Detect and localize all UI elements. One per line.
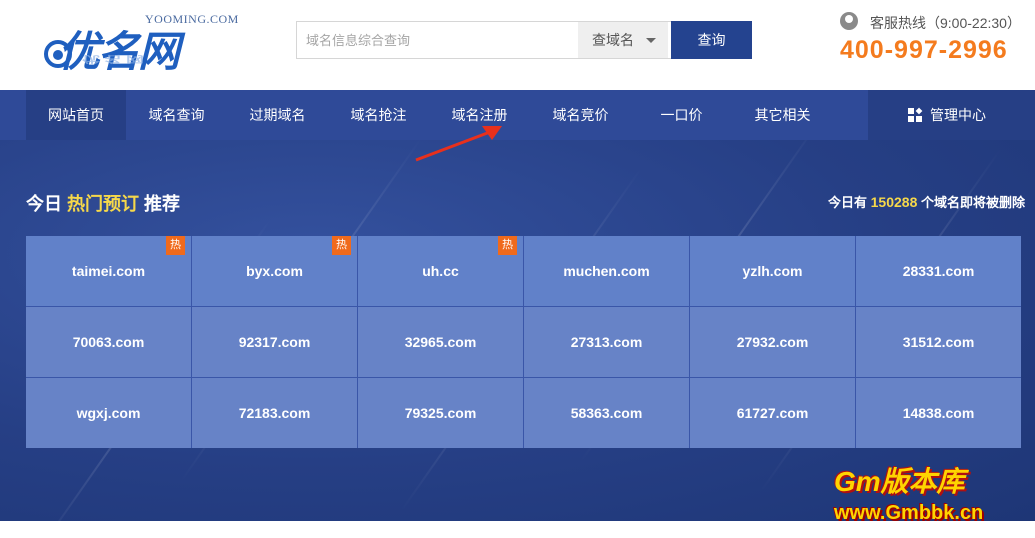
domain-name: taimei.com	[71, 263, 146, 279]
domain-name: 92317.com	[238, 334, 311, 350]
main-navigation: 网站首页 域名查询 过期域名 域名抢注 域名注册 域名竞价 一口价 其它相关 管…	[0, 90, 1035, 140]
hot-domain-grid: taimei.com 热 byx.com 热 uh.cc 热 muchen.com y…	[26, 236, 1021, 448]
domain-cell[interactable]: uh.cc 热	[358, 236, 523, 306]
domain-name: 14838.com	[902, 405, 975, 421]
domain-cell[interactable]: 28331.com	[856, 236, 1021, 306]
count-prefix: 今日有	[828, 195, 868, 210]
domain-cell[interactable]: wgxj.com	[26, 378, 191, 448]
support-user-icon	[840, 12, 858, 30]
search-button[interactable]: 查询	[671, 21, 752, 59]
site-logo[interactable]: YOOMING.COM 优名网 优名网	[40, 10, 250, 82]
domain-cell[interactable]: taimei.com 热	[26, 236, 191, 306]
section-title: 今日 热门预订 推荐	[26, 190, 180, 216]
nav-item-expired-domains[interactable]: 过期域名	[227, 90, 328, 140]
site-header: YOOMING.COM 优名网 优名网 查域名 查询 客服热线（9:00-22:…	[0, 0, 1035, 90]
dashboard-icon	[908, 107, 923, 122]
domain-cell[interactable]: 27313.com	[524, 307, 689, 377]
domain-name: 61727.com	[736, 405, 809, 421]
nav-item-domain-auction[interactable]: 域名竞价	[530, 90, 631, 140]
count-suffix: 个域名即将被删除	[920, 195, 1025, 210]
title-highlight: 热门预订	[67, 194, 140, 214]
domain-search-bar: 查域名 查询	[296, 21, 752, 59]
admin-center-button[interactable]: 管理中心	[868, 90, 1035, 140]
domain-cell[interactable]: byx.com 热	[192, 236, 357, 306]
domain-name: yzlh.com	[742, 263, 803, 279]
domain-cell[interactable]: 92317.com	[192, 307, 357, 377]
domain-cell[interactable]: 27932.com	[690, 307, 855, 377]
nav-item-fixed-price[interactable]: 一口价	[631, 90, 732, 140]
domain-name: 79325.com	[404, 405, 477, 421]
hot-badge: 热	[498, 236, 517, 255]
domain-cell[interactable]: muchen.com	[524, 236, 689, 306]
domain-name: 32965.com	[404, 334, 477, 350]
red-pointer-arrow-icon	[415, 126, 502, 162]
deleting-domains-count: 今日有 150288 个域名即将被删除	[828, 192, 1025, 211]
search-type-value: 查域名	[592, 32, 634, 48]
domain-name: 27932.com	[736, 334, 809, 350]
nav-item-home[interactable]: 网站首页	[26, 90, 126, 140]
domain-cell[interactable]: 79325.com	[358, 378, 523, 448]
domain-name: 28331.com	[902, 263, 975, 279]
logo-chinese-text: 优名网	[58, 28, 180, 75]
nav-item-other[interactable]: 其它相关	[732, 90, 833, 140]
domain-cell[interactable]: 14838.com	[856, 378, 1021, 448]
watermark-url: www.Gmbbk.cn	[834, 502, 984, 524]
logo-reflection: 优名网	[82, 54, 148, 64]
search-type-select[interactable]: 查域名	[578, 22, 668, 58]
domain-cell[interactable]: yzlh.com	[690, 236, 855, 306]
hotline-number: 400-997-2996	[840, 36, 1008, 64]
domain-name: 70063.com	[72, 334, 145, 350]
domain-cell[interactable]: 31512.com	[856, 307, 1021, 377]
domain-name: 31512.com	[902, 334, 975, 350]
domain-name: byx.com	[246, 263, 303, 279]
hot-badge: 热	[166, 236, 185, 255]
caret-down-icon	[646, 38, 656, 43]
hotline-label: 客服热线（9:00-22:30）	[870, 15, 1021, 31]
count-value: 150288	[870, 194, 918, 210]
search-input[interactable]	[297, 22, 578, 58]
domain-cell[interactable]: 32965.com	[358, 307, 523, 377]
domain-cell[interactable]: 58363.com	[524, 378, 689, 448]
hot-badge: 热	[332, 236, 351, 255]
domain-name: 58363.com	[570, 405, 643, 421]
domain-name: 27313.com	[570, 334, 643, 350]
domain-name: uh.cc	[422, 263, 459, 279]
title-prefix: 今日	[26, 194, 62, 214]
watermark-title: Gm版本库	[834, 466, 965, 497]
watermark: Gm版本库 www.Gmbbk.cn	[828, 458, 1028, 528]
domain-cell[interactable]: 72183.com	[192, 378, 357, 448]
domain-cell[interactable]: 70063.com	[26, 307, 191, 377]
nav-item-domain-search[interactable]: 域名查询	[126, 90, 227, 140]
domain-cell[interactable]: 61727.com	[690, 378, 855, 448]
admin-center-label: 管理中心	[930, 107, 986, 123]
domain-name: 72183.com	[238, 405, 311, 421]
domain-name: wgxj.com	[76, 405, 141, 421]
domain-name: muchen.com	[563, 263, 650, 279]
title-suffix: 推荐	[144, 194, 181, 214]
